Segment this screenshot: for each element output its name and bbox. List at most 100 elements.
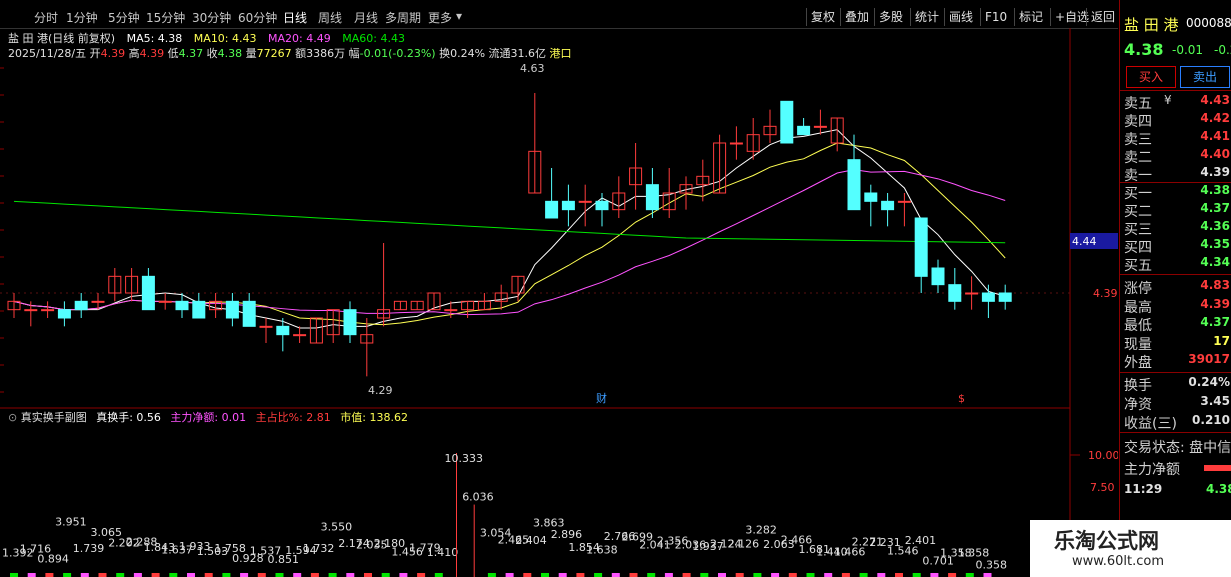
volume-bar <box>594 573 603 577</box>
high-value: 4.39 <box>139 47 165 60</box>
low-marker: 4.29 <box>368 384 393 397</box>
volume-bar <box>841 573 850 577</box>
volume-bar <box>364 573 372 577</box>
date-value: 2025/11/28/五 <box>8 47 87 60</box>
orderbook-row-1: 卖四 4.42 <box>1124 111 1231 130</box>
volume-bar <box>27 573 36 577</box>
volume-bar <box>310 573 319 577</box>
tool-button-3[interactable]: 统计 <box>910 8 943 26</box>
orderbook-row-7-value: 4.36 <box>1200 219 1230 233</box>
stat2-row-2-value: 0.210 <box>1192 413 1230 427</box>
candle-body <box>24 309 38 312</box>
orderbook-row-2-value: 4.41 <box>1200 129 1230 143</box>
volume-label: 1.410 <box>427 546 459 559</box>
volume-bar <box>417 573 426 577</box>
volume-bar <box>647 573 656 577</box>
stat-row-2: 最低 4.37 <box>1124 315 1231 334</box>
tool-button-8[interactable]: 返回 <box>1086 8 1119 26</box>
volume-bar <box>257 573 266 577</box>
candle-body <box>561 200 575 211</box>
ma10-legend: MA10: 4.43 <box>193 32 257 45</box>
amt-value: 3386万 <box>306 47 346 60</box>
volume-label: 2.404 <box>515 534 547 547</box>
orderbook-row-7-label: 买三 <box>1124 222 1152 238</box>
period-tab-7[interactable]: 周线 <box>318 9 342 26</box>
candle-body <box>41 309 55 312</box>
tool-button-2[interactable]: 多股 <box>874 8 907 26</box>
volume-bar <box>187 573 195 577</box>
candle-body <box>595 200 609 211</box>
stat2-row-0-value: 0.24% <box>1188 375 1230 389</box>
volume-bar <box>399 573 408 577</box>
volume-label: 10.333 <box>445 452 484 465</box>
orderbook-row-7: 买三 4.36 <box>1124 219 1231 238</box>
collapse-icon[interactable]: ⊙ <box>8 411 17 424</box>
close-label: 收 <box>206 47 218 60</box>
period-tab-9[interactable]: 多周期 <box>385 9 421 26</box>
buy-button[interactable]: 买入 <box>1126 66 1176 88</box>
stat2-row-1-value: 3.45 <box>1200 394 1230 408</box>
zhuli-jinge-value: 主力净额: 0.01 <box>170 411 247 424</box>
price-tag-axis: 4.44 <box>1072 235 1097 248</box>
volume-bar <box>541 573 549 577</box>
tool-button-0[interactable]: 复权 <box>806 8 839 26</box>
ohlc-info-row: 2025/11/28/五 开4.39 高4.39 低4.37 收4.38 量77… <box>8 45 572 61</box>
candle-body <box>91 300 105 303</box>
candle-body <box>645 184 659 211</box>
tool-button-6[interactable]: 标记 <box>1014 8 1047 26</box>
stat-row-1-label: 最高 <box>1124 299 1152 316</box>
more-dropdown-icon[interactable]: ▾ <box>456 9 462 23</box>
stat-row-2-value: 4.37 <box>1200 315 1230 329</box>
period-tab-4[interactable]: 30分钟 <box>192 9 231 26</box>
sell-button[interactable]: 卖出 <box>1180 66 1230 88</box>
volume-label: 0.894 <box>37 552 69 565</box>
orderbook-row-9-label: 买五 <box>1124 258 1152 274</box>
volume-bar <box>381 573 390 577</box>
turn-value: 0.24% <box>450 47 486 60</box>
candle-body <box>225 300 239 319</box>
volume-bar <box>133 573 142 577</box>
period-tab-8[interactable]: 月线 <box>354 9 378 26</box>
volume-bar <box>434 573 443 577</box>
tool-button-5[interactable]: F10 <box>980 8 1011 26</box>
sub-indicator-name[interactable]: 真实换手副图 <box>21 411 87 424</box>
zhuli-label: 主力净额 <box>1124 462 1180 478</box>
volume-bar <box>664 573 673 577</box>
period-tab-2[interactable]: 5分钟 <box>108 9 140 26</box>
candle-body <box>965 292 979 295</box>
volume-label: 0.358 <box>976 559 1008 572</box>
float-label: 流通 <box>488 47 511 60</box>
orderbook-row-3-value: 4.40 <box>1200 147 1230 161</box>
volume-bar <box>346 573 355 577</box>
period-tab-10[interactable]: 更多 <box>428 9 452 26</box>
ma-legend-row: 盐 田 港(日线 前复权) MA5: 4.38 MA10: 4.43 MA20:… <box>8 30 405 46</box>
stat-row-4-label: 外盘 <box>1124 355 1152 371</box>
volume-bar <box>700 573 709 577</box>
panel-divider <box>1120 372 1231 373</box>
candle-body <box>293 334 307 337</box>
sub-axis-75: 7.50 <box>1090 481 1115 494</box>
zhen-huanshou-value: 真换手: 0.56 <box>96 411 161 424</box>
candle-body <box>881 200 895 211</box>
stat-row-4-value: 39017 <box>1188 352 1230 366</box>
orderbook-row-8: 买四 4.35 <box>1124 237 1231 256</box>
volume-bar <box>328 573 337 577</box>
volume-bar <box>98 573 107 577</box>
volume-label: 6.036 <box>462 491 494 504</box>
vol-value: 77267 <box>256 47 292 60</box>
volume-bar <box>80 573 89 577</box>
orderbook-row-2-label: 卖三 <box>1124 132 1152 148</box>
zhuli-bar <box>1204 465 1231 471</box>
period-tab-6[interactable]: 日线 <box>283 9 307 26</box>
tool-button-1[interactable]: 叠加 <box>840 8 873 26</box>
event-cai: 财 <box>596 391 607 405</box>
period-tab-5[interactable]: 60分钟 <box>238 9 277 26</box>
period-tab-1[interactable]: 1分钟 <box>66 9 98 26</box>
sub-indicator-legend: ⊙ 真实换手副图 真换手: 0.56 主力净额: 0.01 主占比%: 2.81… <box>8 409 408 425</box>
stat-row-3-value: 17 <box>1213 333 1230 348</box>
period-tab-0[interactable]: 分时 <box>34 9 58 26</box>
candle-body <box>998 292 1012 302</box>
tool-button-4[interactable]: 画线 <box>944 8 977 26</box>
period-tab-3[interactable]: 15分钟 <box>146 9 185 26</box>
quote-time: 11:29 <box>1124 482 1163 496</box>
